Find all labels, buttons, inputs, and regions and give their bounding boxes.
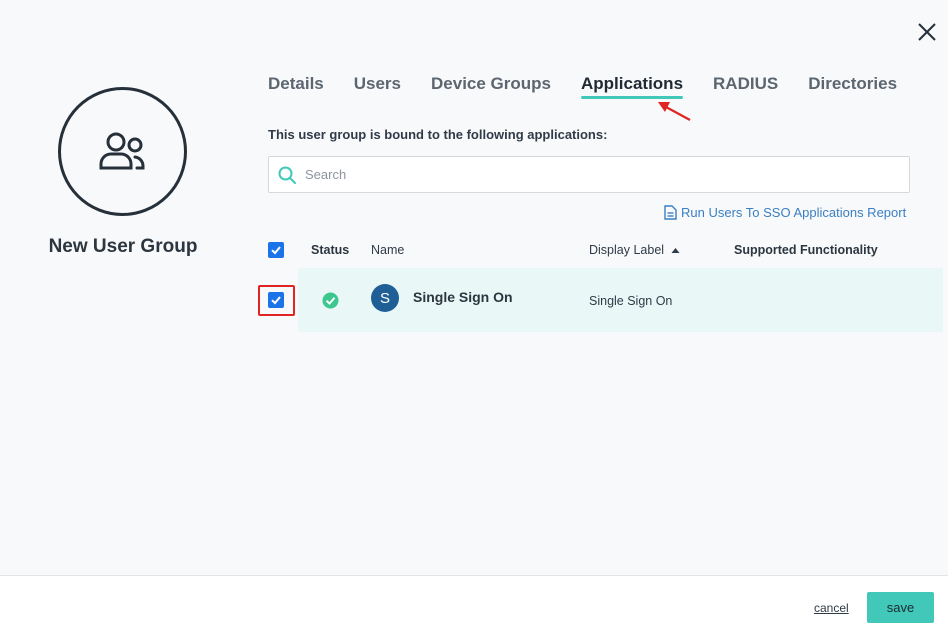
- sso-report-link[interactable]: Run Users To SSO Applications Report: [664, 205, 906, 220]
- column-name[interactable]: Name: [371, 243, 404, 257]
- tab-directories[interactable]: Directories: [808, 73, 897, 103]
- document-icon: [664, 205, 677, 220]
- caret-up-icon: [671, 248, 680, 253]
- column-display-label-text: Display Label: [589, 243, 665, 257]
- column-status[interactable]: Status: [311, 243, 349, 257]
- users-group-icon: [99, 132, 145, 169]
- row-checkbox[interactable]: [268, 292, 284, 308]
- select-all-checkbox[interactable]: [268, 242, 284, 258]
- tab-device-groups[interactable]: Device Groups: [431, 73, 551, 103]
- app-display-label: Single Sign On: [589, 294, 673, 308]
- app-name[interactable]: Single Sign On: [413, 289, 513, 305]
- search-input[interactable]: [305, 167, 909, 182]
- group-name: New User Group: [48, 236, 198, 257]
- tab-bar: Details Users Device Groups Applications…: [268, 73, 927, 103]
- search-box[interactable]: [268, 156, 910, 193]
- cancel-button[interactable]: cancel: [814, 601, 849, 615]
- app-avatar: S: [371, 284, 399, 312]
- bound-applications-intro: This user group is bound to the followin…: [268, 127, 608, 142]
- column-display-label[interactable]: Display Label: [589, 243, 680, 257]
- sso-report-link-label: Run Users To SSO Applications Report: [681, 205, 907, 220]
- dialog-footer: cancel save: [0, 575, 948, 632]
- checkmark-icon: [271, 296, 281, 305]
- column-supported-functionality[interactable]: Supported Functionality: [734, 243, 878, 257]
- close-button[interactable]: [914, 19, 940, 45]
- checkmark-icon: [271, 246, 281, 255]
- user-group-dialog: New User Group Details Users Device Grou…: [0, 0, 948, 632]
- tab-details[interactable]: Details: [268, 73, 324, 103]
- check-circle-icon: [322, 292, 339, 309]
- close-icon: [918, 23, 936, 41]
- save-button[interactable]: save: [867, 592, 934, 623]
- tab-users[interactable]: Users: [354, 73, 401, 103]
- annotation-arrow-icon: [658, 102, 691, 121]
- tab-radius[interactable]: RADIUS: [713, 73, 778, 103]
- search-icon: [278, 166, 296, 184]
- group-avatar: [58, 87, 187, 216]
- table-header: Status Name Display Label Supported Func…: [258, 240, 948, 262]
